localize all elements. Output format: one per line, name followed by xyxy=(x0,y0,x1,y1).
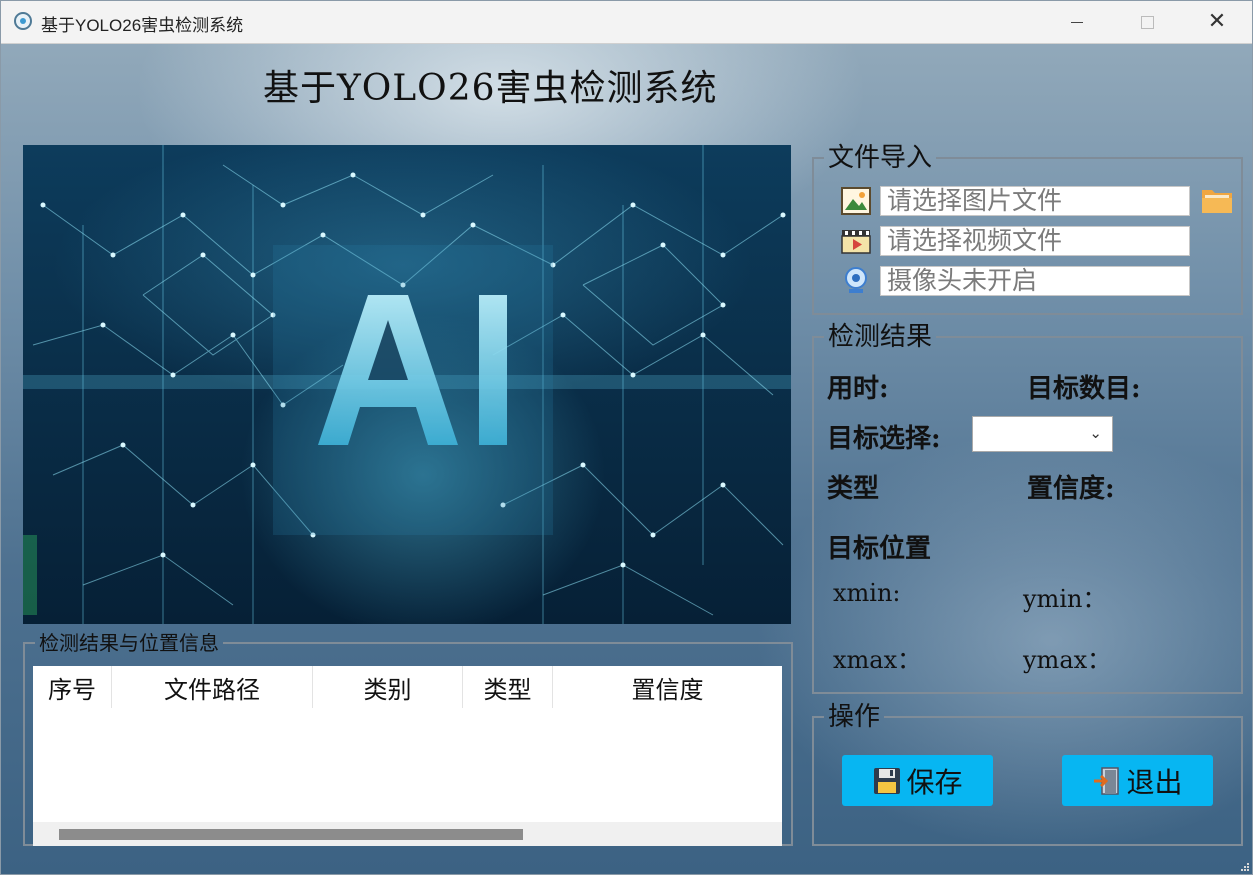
image-file-row: 请选择图片文件 xyxy=(840,185,1190,217)
resize-grip-icon[interactable] xyxy=(1240,862,1250,872)
chevron-down-icon: ⌄ xyxy=(1089,424,1102,442)
time-label: 用时: xyxy=(827,374,889,404)
horizontal-scrollbar[interactable] xyxy=(33,822,782,846)
floppy-icon xyxy=(874,767,901,794)
app-logo-icon xyxy=(14,12,32,30)
maximize-button[interactable] xyxy=(1112,1,1182,43)
app-window: 基于YOLO26害虫检测系统 ✕ 基于YOLO26害虫检测系统 检测结果与位置信… xyxy=(0,0,1253,875)
window-title: 基于YOLO26害虫检测系统 xyxy=(41,16,244,35)
title-bar: 基于YOLO26害虫检测系统 ✕ xyxy=(1,1,1252,44)
ymax-label: ymax： xyxy=(1023,646,1112,674)
column-header-file-path[interactable]: 文件路径 xyxy=(112,666,313,708)
target-position-label: 目标位置 xyxy=(827,534,932,564)
type-label: 类型 xyxy=(827,474,880,504)
video-icon[interactable] xyxy=(840,225,872,257)
exit-button[interactable]: 退出 xyxy=(1062,755,1213,806)
video-file-row: 请选择视频文件 xyxy=(840,225,1190,257)
column-header-class[interactable]: 类别 xyxy=(313,666,463,708)
column-header-index[interactable]: 序号 xyxy=(33,666,112,708)
result-table[interactable]: 序号 文件路径 类别 类型 置信度 xyxy=(33,666,782,846)
exit-door-icon xyxy=(1094,766,1120,795)
close-button[interactable]: ✕ xyxy=(1182,1,1252,43)
target-count-label: 目标数目: xyxy=(1027,374,1141,404)
column-header-type[interactable]: 类型 xyxy=(463,666,553,708)
minimize-icon xyxy=(1071,21,1083,23)
file-import-group-title: 文件导入 xyxy=(828,143,933,173)
page-title: 基于YOLO26害虫检测系统 xyxy=(263,68,718,109)
save-button[interactable]: 保存 xyxy=(842,755,993,806)
detection-display-image xyxy=(23,145,791,624)
close-icon: ✕ xyxy=(1207,9,1227,34)
target-select-dropdown[interactable]: ⌄ xyxy=(972,416,1113,452)
image-file-input[interactable]: 请选择图片文件 xyxy=(880,186,1190,216)
webcam-icon[interactable] xyxy=(840,265,872,297)
folder-icon[interactable] xyxy=(1201,185,1233,215)
xmin-label: xmin: xyxy=(833,579,901,607)
video-file-input[interactable]: 请选择视频文件 xyxy=(880,226,1190,256)
picture-icon[interactable] xyxy=(840,185,872,217)
save-button-label: 保存 xyxy=(906,765,963,799)
xmax-label: xmax： xyxy=(833,646,922,674)
camera-row: 摄像头未开启 xyxy=(840,265,1190,297)
table-header: 序号 文件路径 类别 类型 置信度 xyxy=(33,666,782,708)
minimize-button[interactable] xyxy=(1042,1,1112,43)
result-table-group-title: 检测结果与位置信息 xyxy=(39,631,219,655)
operations-group-title: 操作 xyxy=(828,702,881,732)
column-header-confidence[interactable]: 置信度 xyxy=(553,666,782,708)
exit-button-label: 退出 xyxy=(1126,765,1183,799)
scrollbar-thumb[interactable] xyxy=(59,829,523,840)
confidence-label: 置信度: xyxy=(1027,474,1115,504)
ai-network-background xyxy=(23,145,791,624)
target-select-label: 目标选择: xyxy=(827,424,941,454)
ymin-label: ymin： xyxy=(1023,585,1107,613)
maximize-icon xyxy=(1140,15,1154,29)
camera-status-field[interactable]: 摄像头未开启 xyxy=(880,266,1190,296)
detection-result-group-title: 检测结果 xyxy=(828,322,933,352)
